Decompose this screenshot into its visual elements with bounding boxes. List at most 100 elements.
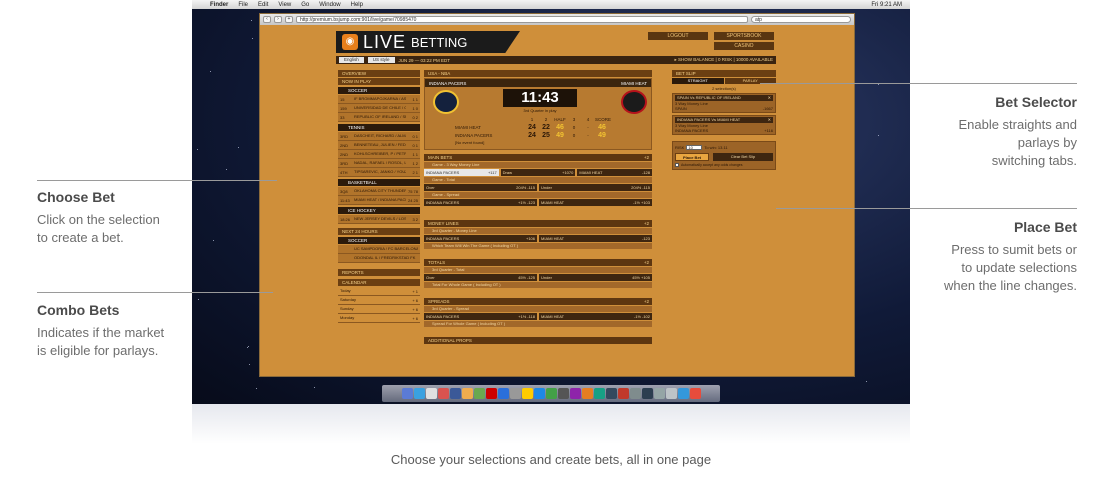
ice-hockey-header[interactable]: ICE HOCKEY — [338, 207, 420, 214]
additional-props-header[interactable]: ADDITIONAL PROPS — [424, 337, 652, 344]
selection-button[interactable]: INDIANA PACERS +106 — [424, 235, 537, 242]
event-row[interactable]: 33 REPUBLIC OF IRELAND / SPAIN 0 2 — [338, 113, 420, 122]
remove-icon[interactable]: ✕ — [768, 117, 771, 123]
dock-app-icon[interactable] — [509, 388, 521, 399]
spread-whole-title[interactable]: Spread For Whole Game ( Including OT ) — [424, 321, 652, 327]
selection-button[interactable]: INDIANA PACERS +1½ -123 — [424, 199, 537, 206]
selection-button[interactable]: INDIANA PACERS +117 — [424, 169, 499, 176]
q3-spread-title[interactable]: 3rd Quarter - Spread — [424, 306, 652, 312]
dock-app-icon[interactable] — [485, 388, 497, 399]
menu-edit[interactable]: Edit — [258, 2, 268, 8]
soccer-next-header[interactable]: SOCCER — [338, 237, 420, 244]
back-icon[interactable]: ‹ — [263, 16, 271, 23]
totals-header[interactable]: TOTALS +2 — [424, 259, 652, 266]
main-bets-header[interactable]: MAIN BETS +2 — [424, 154, 652, 161]
calendar-day[interactable]: Saturday + 6 — [338, 296, 420, 305]
language-select[interactable]: English — [339, 57, 364, 63]
total-whole-title[interactable]: Total For Whole Game ( Including OT ) — [424, 282, 652, 288]
menu-window[interactable]: Window — [319, 2, 340, 8]
event-row[interactable]: 11:43 MIAMI HEAT / INDIANA PACERS24 25 — [338, 196, 420, 205]
place-bet-button[interactable]: Place Bet — [675, 153, 709, 161]
search-field[interactable]: atp — [751, 16, 851, 23]
selection-button[interactable]: MIAMI HEAT -1½ +103 — [539, 199, 652, 206]
calendar-day[interactable]: Sunday + 6 — [338, 305, 420, 314]
sportsbook-button[interactable]: SPORTSBOOK — [714, 32, 774, 40]
dock-app-icon[interactable] — [449, 388, 461, 399]
tennis-header[interactable]: TENNIS — [338, 124, 420, 131]
auto-accept-checkbox[interactable] — [675, 163, 679, 167]
remove-icon[interactable]: ✕ — [768, 95, 771, 101]
now-in-play-header[interactable]: NOW IN PLAY — [338, 78, 420, 85]
q3-money-title[interactable]: 3rd Quarter - Money Line — [424, 228, 652, 234]
menu-file[interactable]: File — [238, 2, 248, 8]
dock-app-icon[interactable] — [605, 388, 617, 399]
event-row[interactable]: 4TH TIPSAREVIC, JANKO / YOUZHNY, MIKHAIL 2… — [338, 168, 420, 177]
dock-app-icon[interactable] — [677, 388, 689, 399]
game-money-title[interactable]: Game - 3 Way Money Line — [424, 162, 652, 168]
dock-app-icon[interactable] — [521, 388, 533, 399]
dock-app-icon[interactable] — [653, 388, 665, 399]
menu-go[interactable]: Go — [301, 2, 309, 8]
event-row[interactable]: 3RD DASCHEIT, RICHARD / ALMAGRO, NICOLAS 0… — [338, 132, 420, 141]
dock-app-icon[interactable] — [629, 388, 641, 399]
next-24-header[interactable]: NEXT 24 HOURS — [338, 228, 420, 235]
soccer-header[interactable]: SOCCER — [338, 87, 420, 94]
event-row[interactable]: UC SAMPDORIA / FC BARCELONA 1918 — [338, 245, 420, 254]
odds-style-select[interactable]: US style — [367, 57, 395, 63]
selection-button[interactable]: MIAMI HEAT -1½ -102 — [539, 313, 652, 320]
q3-total-title[interactable]: 3rd Quarter - Total — [424, 267, 652, 273]
casino-button[interactable]: CASINO — [714, 42, 774, 50]
dock-app-icon[interactable] — [461, 388, 473, 399]
game-spread-title[interactable]: Game - Spread — [424, 192, 652, 198]
dock-app-icon[interactable] — [473, 388, 485, 399]
risk-input[interactable]: 10 — [686, 145, 703, 150]
dock-app-icon[interactable] — [545, 388, 557, 399]
event-row[interactable]: 3Q8 OKLAHOMA CITY THUNDER / MIAMI HEAT75 … — [338, 187, 420, 196]
event-row[interactable]: 159 UNIVERSIDAD DE CHILE / O'HIGGINS 1 0 — [338, 104, 420, 113]
dock-app-icon[interactable] — [497, 388, 509, 399]
dock-app-icon[interactable] — [665, 388, 677, 399]
which-team-title[interactable]: Which Team Will Win The Game ( Including… — [424, 243, 652, 249]
event-row[interactable]: 2ND BENNETEAU, JULIEN / FEDERER, ROGER 0 1 — [338, 141, 420, 150]
clear-slip-button[interactable]: Clear Bet Slip — [713, 153, 773, 161]
spreads-header[interactable]: SPREADS +2 — [424, 298, 652, 305]
dock-app-icon[interactable] — [401, 388, 413, 399]
game-total-title[interactable]: Game - Total — [424, 177, 652, 183]
selection-button[interactable]: Under 204½ -115 — [539, 184, 652, 191]
selection-button[interactable]: Under 45½ +105 — [539, 274, 652, 281]
forward-icon[interactable]: › — [274, 16, 282, 23]
tab-straight[interactable]: STRAIGHT — [672, 78, 724, 84]
dock-app-icon[interactable] — [533, 388, 545, 399]
overview-header[interactable]: OVERVIEW — [338, 70, 420, 77]
dock-app-icon[interactable] — [557, 388, 569, 399]
selection-button[interactable]: Over 204½ -115 — [424, 184, 537, 191]
event-row[interactable]: ODONDAL IL / FREDRIKSTAD FK — [338, 254, 420, 263]
dock-app-icon[interactable] — [593, 388, 605, 399]
dock-app-icon[interactable] — [569, 388, 581, 399]
selection-button[interactable]: MIAMI HEAT -128 — [577, 169, 653, 176]
url-bar[interactable]: http://premium.bsjump.com:901/live/game/… — [296, 16, 748, 23]
selection-button[interactable]: Over 45½ -125 — [424, 274, 537, 281]
dock-app-icon[interactable] — [581, 388, 593, 399]
selection-button[interactable]: INDIANA PACERS +1½ -118 — [424, 313, 537, 320]
event-row[interactable]: 3RD NADAL, RAFAEL / ROSOL, LUKAS 1 2 — [338, 159, 420, 168]
event-row[interactable]: 18:26NEW JERSEY DEVILS / LOS ANGELES KIN… — [338, 215, 420, 224]
live-betting-logo[interactable]: ◉ LIVE BETTING — [336, 31, 520, 53]
calendar-day[interactable]: Monday + 6 — [338, 314, 420, 323]
event-row[interactable]: 2ND KOHLSCHREIBER, P / PETROVA, NADIA 1 1 — [338, 150, 420, 159]
event-row[interactable]: 15 IF BROMMAPOJKARNA / ASSYRISKA FF 1 1 — [338, 95, 420, 104]
selection-button[interactable]: Draw +1070 — [500, 169, 576, 176]
reports-header[interactable]: REPORTS — [338, 269, 420, 276]
dock-app-icon[interactable] — [413, 388, 425, 399]
money-lines-header[interactable]: MONEY LINES +2 — [424, 220, 652, 227]
menu-help[interactable]: Help — [351, 2, 363, 8]
menu-app[interactable]: Finder — [210, 2, 228, 8]
balance-info[interactable]: ▸ SHOW BALANCE | 0 RISK | 10000 AVAILABL… — [675, 57, 773, 63]
dock-app-icon[interactable] — [617, 388, 629, 399]
selection-button[interactable]: MIAMI HEAT -123 — [539, 235, 652, 242]
add-tab-icon[interactable]: + — [285, 16, 293, 23]
calendar-day[interactable]: Today + 1 — [338, 287, 420, 296]
basketball-header[interactable]: BASKETBALL — [338, 179, 420, 186]
dock-app-icon[interactable] — [689, 388, 701, 399]
dock-app-icon[interactable] — [641, 388, 653, 399]
